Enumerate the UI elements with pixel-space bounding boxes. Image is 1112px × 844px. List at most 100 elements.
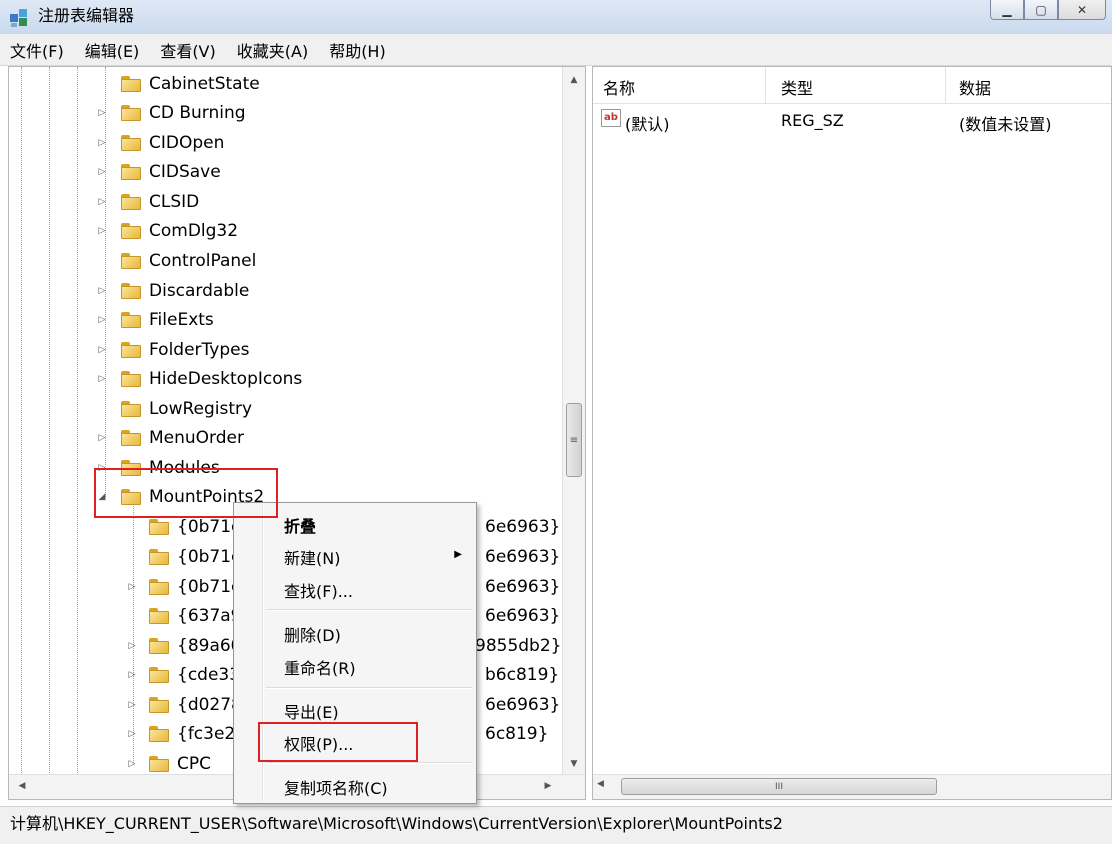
menu-help[interactable]: 帮助(H) — [329, 36, 386, 64]
tree-item[interactable]: ▷ FolderTypes — [99, 336, 250, 364]
tree-item-label: {0b71c — [177, 577, 241, 597]
expand-icon[interactable]: ▷ — [97, 167, 107, 177]
menu-item-find[interactable]: 查找(F)... — [284, 578, 353, 602]
expand-icon[interactable]: ▷ — [97, 286, 107, 296]
tree-item[interactable]: ▷ MenuOrder — [99, 424, 244, 452]
folder-icon — [121, 371, 141, 387]
folder-icon — [149, 697, 169, 713]
expand-icon[interactable]: ▷ — [97, 433, 107, 443]
tree-item[interactable]: ▷ CIDOpen — [99, 129, 225, 157]
menu-item-delete[interactable]: 删除(D) — [284, 622, 341, 646]
tree-item-label: ComDlg32 — [149, 221, 239, 241]
tree-item[interactable]: ▷ HideDesktopIcons — [99, 365, 303, 393]
scroll-up-icon[interactable]: ▲ — [563, 69, 585, 91]
list-horizontal-scrollbar[interactable]: ◀ III — [593, 774, 1111, 799]
folder-icon — [121, 312, 141, 328]
expand-icon[interactable]: ▷ — [97, 138, 107, 148]
scroll-thumb[interactable]: ≡ — [566, 403, 582, 477]
tree-item-label: MenuOrder — [149, 428, 244, 448]
menu-view[interactable]: 查看(V) — [160, 36, 215, 64]
tree-child-item[interactable]: {637a9 — [129, 602, 242, 630]
tree-child-item[interactable]: ▷ {d0278 — [129, 691, 242, 719]
tree-item-label: {cde33 — [177, 665, 241, 685]
tree-item[interactable]: CabinetState — [101, 70, 260, 98]
tree-child-item[interactable]: ▷ {0b71c — [127, 573, 241, 601]
tree-item-tail: 6e6963} — [485, 547, 561, 567]
value-name: (默认) — [625, 115, 670, 134]
menu-file[interactable]: 文件(F) — [10, 36, 64, 64]
expand-icon[interactable]: ▷ — [127, 582, 137, 592]
column-type[interactable]: 类型 — [781, 75, 813, 99]
tree-guide-line — [77, 67, 78, 777]
tree-item[interactable]: ControlPanel — [101, 247, 256, 275]
menu-separator — [266, 687, 472, 689]
expand-icon[interactable]: ▷ — [97, 108, 107, 118]
expand-icon[interactable]: ▷ — [127, 641, 137, 651]
minimize-button[interactable]: ▁ — [990, 0, 1024, 20]
folder-icon — [121, 76, 141, 92]
tree-item-tail: b6c819} — [485, 665, 560, 685]
tree-child-item[interactable]: ▷ {cde33 — [127, 661, 241, 689]
tree-child-item[interactable]: {0b71c — [129, 543, 240, 571]
tree-guide-line — [49, 67, 50, 777]
folder-icon — [121, 430, 141, 446]
tree-item[interactable]: ▷ CLSID — [99, 188, 200, 216]
folder-icon — [149, 608, 169, 624]
folder-icon — [121, 194, 141, 210]
string-value-icon: ab — [601, 109, 621, 127]
maximize-button[interactable]: ▢ — [1024, 0, 1058, 20]
tree-item[interactable]: ▷ Discardable — [99, 277, 250, 305]
close-button[interactable]: ✕ — [1058, 0, 1106, 20]
tree-item-label: CabinetState — [149, 74, 260, 94]
expand-icon[interactable]: ▷ — [97, 197, 107, 207]
tree-vertical-scrollbar[interactable]: ▲ ≡ ▼ — [562, 67, 585, 777]
registry-values-pane[interactable]: 名称 类型 数据 ab (默认) REG_SZ (数值未设置) ◀ III — [592, 66, 1112, 800]
status-bar: 计算机\HKEY_CURRENT_USER\Software\Microsoft… — [0, 806, 1112, 844]
menu-separator — [266, 609, 472, 611]
tree-item-label: ControlPanel — [149, 251, 257, 271]
folder-icon — [121, 223, 141, 239]
menu-item-export[interactable]: 导出(E) — [284, 699, 339, 723]
tree-item[interactable]: ▷ CD Burning — [99, 99, 246, 127]
tree-item-label: {89a60 — [177, 636, 242, 656]
column-name[interactable]: 名称 — [603, 75, 635, 99]
expand-icon[interactable]: ▷ — [97, 345, 107, 355]
expand-icon[interactable]: ▷ — [127, 670, 137, 680]
grip-icon: III — [775, 781, 783, 792]
highlight-box-mountpoints2 — [94, 468, 278, 518]
tree-child-item[interactable]: ▷ {89a60 — [129, 632, 242, 660]
expand-icon[interactable]: ▷ — [97, 226, 107, 236]
folder-icon — [121, 164, 141, 180]
expand-icon[interactable]: ▷ — [127, 729, 137, 739]
tree-item-tail: 6e6963} — [485, 577, 561, 597]
value-data: (数值未设置) — [959, 115, 1052, 134]
expand-icon[interactable]: ▷ — [127, 759, 137, 769]
menu-item-rename[interactable]: 重命名(R) — [284, 655, 356, 679]
value-row[interactable]: ab (默认) REG_SZ (数值未设置) — [593, 107, 1111, 135]
expand-icon[interactable]: ▷ — [97, 374, 107, 384]
menu-edit[interactable]: 编辑(E) — [85, 36, 140, 64]
tree-item-label: {0b71c — [177, 547, 241, 567]
column-divider[interactable] — [945, 67, 946, 103]
scroll-right-icon[interactable]: ▶ — [537, 775, 559, 797]
menu-item-new[interactable]: 新建(N) — [284, 545, 340, 569]
scroll-left-icon[interactable]: ◀ — [11, 775, 33, 797]
tree-item[interactable]: LowRegistry — [101, 395, 252, 423]
scroll-down-icon[interactable]: ▼ — [563, 753, 585, 775]
menu-favorites[interactable]: 收藏夹(A) — [237, 36, 308, 64]
tree-child-item[interactable]: ▷ {fc3e2 — [127, 720, 236, 748]
menu-item-copy-key-name[interactable]: 复制项名称(C) — [284, 775, 388, 799]
folder-icon — [121, 401, 141, 417]
expand-icon[interactable]: ▷ — [97, 315, 107, 325]
scroll-thumb[interactable]: III — [621, 778, 937, 795]
title-bar: 注册表编辑器 ▁ ▢ ✕ — [0, 0, 1112, 34]
tree-item[interactable]: ▷ ComDlg32 — [99, 217, 239, 245]
column-data[interactable]: 数据 — [959, 75, 991, 99]
expand-icon[interactable]: ▷ — [127, 700, 137, 710]
column-divider[interactable] — [765, 67, 766, 103]
scroll-left-icon[interactable]: ◀ — [597, 779, 604, 789]
tree-item[interactable]: ▷ FileExts — [99, 306, 214, 334]
folder-icon — [121, 283, 141, 299]
tree-item[interactable]: ▷ CIDSave — [99, 158, 221, 186]
menu-item-collapse[interactable]: 折叠 — [284, 513, 316, 537]
